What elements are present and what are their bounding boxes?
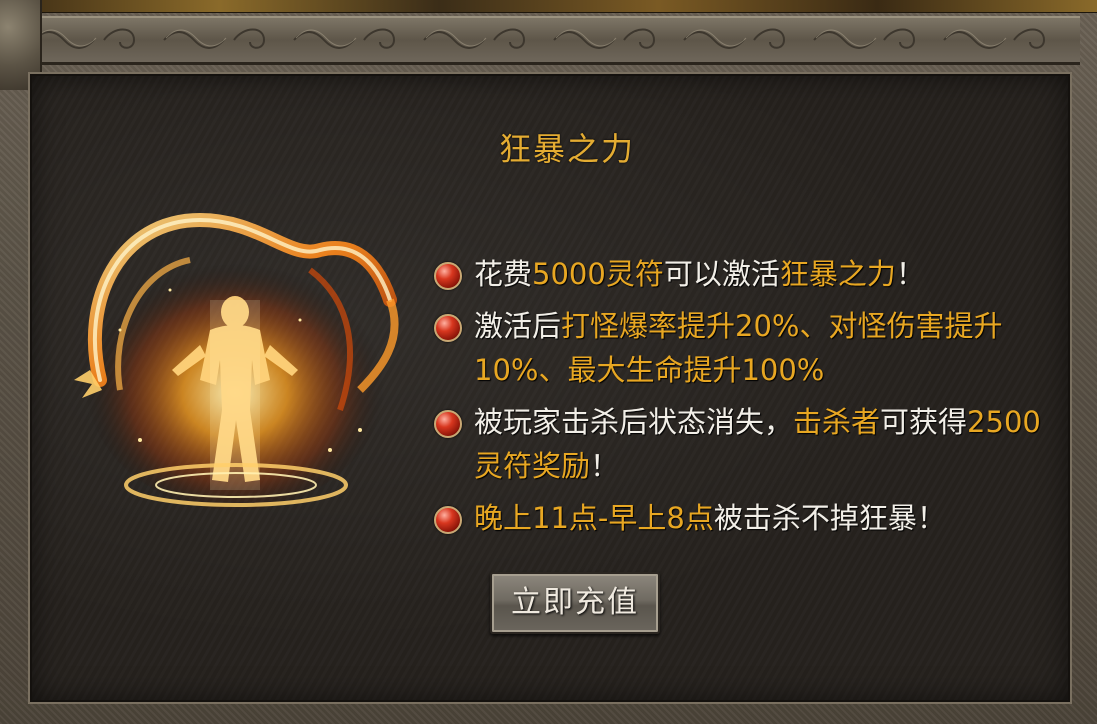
- feature-text: ！: [895, 257, 925, 291]
- feature-list: 花费5000灵符可以激活狂暴之力！ 激活后打怪爆率提升20%、对怪伤害提升10%、…: [432, 252, 1052, 548]
- feature-item: 晚上11点-早上8点被击杀不掉狂暴！: [432, 496, 1052, 540]
- feature-item: 花费5000灵符可以激活狂暴之力！: [432, 252, 1052, 296]
- red-orb-icon: [434, 506, 462, 534]
- feature-highlight-text: 晚上11点-早上8点: [474, 501, 714, 535]
- feature-text: 花费: [474, 257, 533, 291]
- feature-highlight-text: 击杀者: [793, 405, 881, 439]
- feature-highlight-text: 5000灵符: [532, 257, 664, 291]
- panel-title: 狂暴之力: [499, 130, 636, 168]
- feature-item: 被玩家击杀后状态消失，击杀者可获得2500灵符奖励！: [432, 400, 1052, 488]
- red-orb-icon: [434, 314, 462, 342]
- feature-text: 被击杀不掉狂暴！: [713, 501, 946, 535]
- red-orb-icon: [434, 262, 462, 290]
- ornament-band: [24, 16, 1080, 65]
- feature-item: 激活后打怪爆率提升20%、对怪伤害提升10%、最大生命提升100%: [432, 304, 1052, 392]
- feature-highlight-text: 狂暴之力: [779, 257, 896, 291]
- recharge-now-button[interactable]: 立即充值: [490, 572, 660, 634]
- feature-text: 可获得: [880, 405, 968, 439]
- feature-text: 被玩家击杀后状态消失，: [474, 405, 794, 439]
- feature-text: ！: [590, 449, 620, 483]
- red-orb-icon: [434, 410, 462, 438]
- feature-text: 激活后: [474, 309, 562, 343]
- top-decor-strip: [0, 0, 1097, 13]
- flaming-dragon-warrior-icon: [74, 212, 399, 510]
- feature-text: 可以激活: [663, 257, 780, 291]
